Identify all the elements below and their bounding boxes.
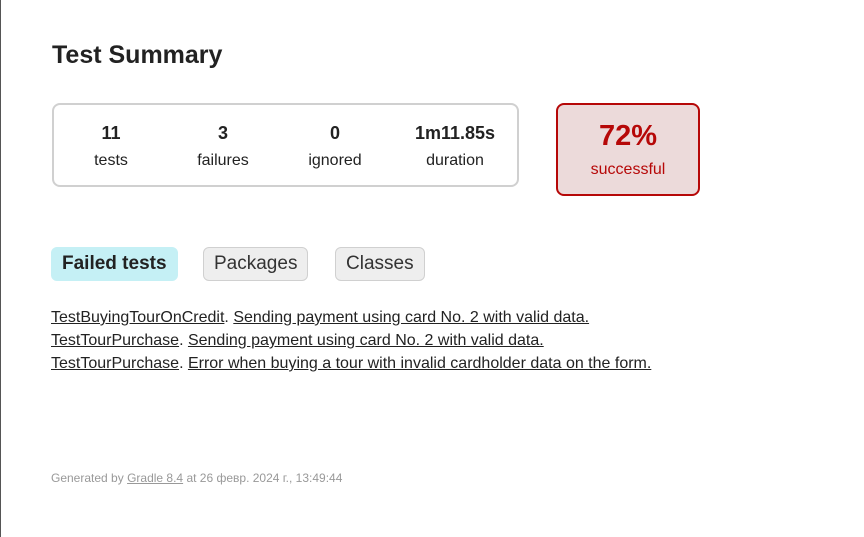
tests-label: tests [94, 152, 128, 169]
duration-label: duration [426, 152, 484, 169]
gradle-link[interactable]: Gradle 8.4 [127, 471, 183, 485]
tests-counter: 11 tests [61, 122, 161, 171]
failures-count: 3 [217, 123, 228, 143]
footer-prefix: Generated by [51, 471, 128, 485]
footer: Generated by Gradle 8.4 at 26 февр. 2024… [51, 471, 342, 485]
failures-counter: 3 failures [173, 122, 273, 171]
failures-label: failures [197, 152, 249, 169]
success-rate-box: 72% successful [556, 103, 700, 196]
failed-test-name-link[interactable]: Sending payment using card No. 2 with va… [188, 332, 544, 349]
failed-test-name-link[interactable]: Sending payment using card No. 2 with va… [233, 309, 589, 326]
duration-counter: 1m11.85s duration [405, 122, 505, 171]
tab-packages[interactable]: Packages [203, 247, 309, 281]
failed-test-class-link[interactable]: TestTourPurchase [51, 332, 179, 349]
ignored-counter: 0 ignored [285, 122, 385, 171]
list-item: TestTourPurchase. Sending payment using … [51, 332, 544, 349]
success-rate: 72% [598, 120, 658, 152]
duration-value: 1m11.85s [414, 123, 496, 143]
left-border [0, 0, 1, 537]
tab-classes[interactable]: Classes [335, 247, 425, 281]
failed-test-class-link[interactable]: TestTourPurchase [51, 355, 179, 372]
summary-box: 11 tests 3 failures 0 ignored 1m11.85s d… [52, 103, 519, 187]
ignored-count: 0 [329, 123, 340, 143]
ignored-label: ignored [308, 152, 362, 169]
list-item: TestBuyingTourOnCredit. Sending payment … [51, 309, 590, 326]
list-item: TestTourPurchase. Error when buying a to… [51, 355, 652, 372]
tests-count: 11 [101, 123, 121, 143]
tab-failed-tests[interactable]: Failed tests [51, 247, 178, 281]
page-title: Test Summary [52, 41, 223, 69]
failed-test-class-link[interactable]: TestBuyingTourOnCredit [51, 309, 224, 326]
footer-timestamp: at 26 февр. 2024 г., 13:49:44 [183, 471, 343, 485]
failed-tests-list: TestBuyingTourOnCredit. Sending payment … [51, 306, 651, 375]
success-label: successful [590, 161, 666, 178]
failed-test-name-link[interactable]: Error when buying a tour with invalid ca… [188, 355, 651, 372]
